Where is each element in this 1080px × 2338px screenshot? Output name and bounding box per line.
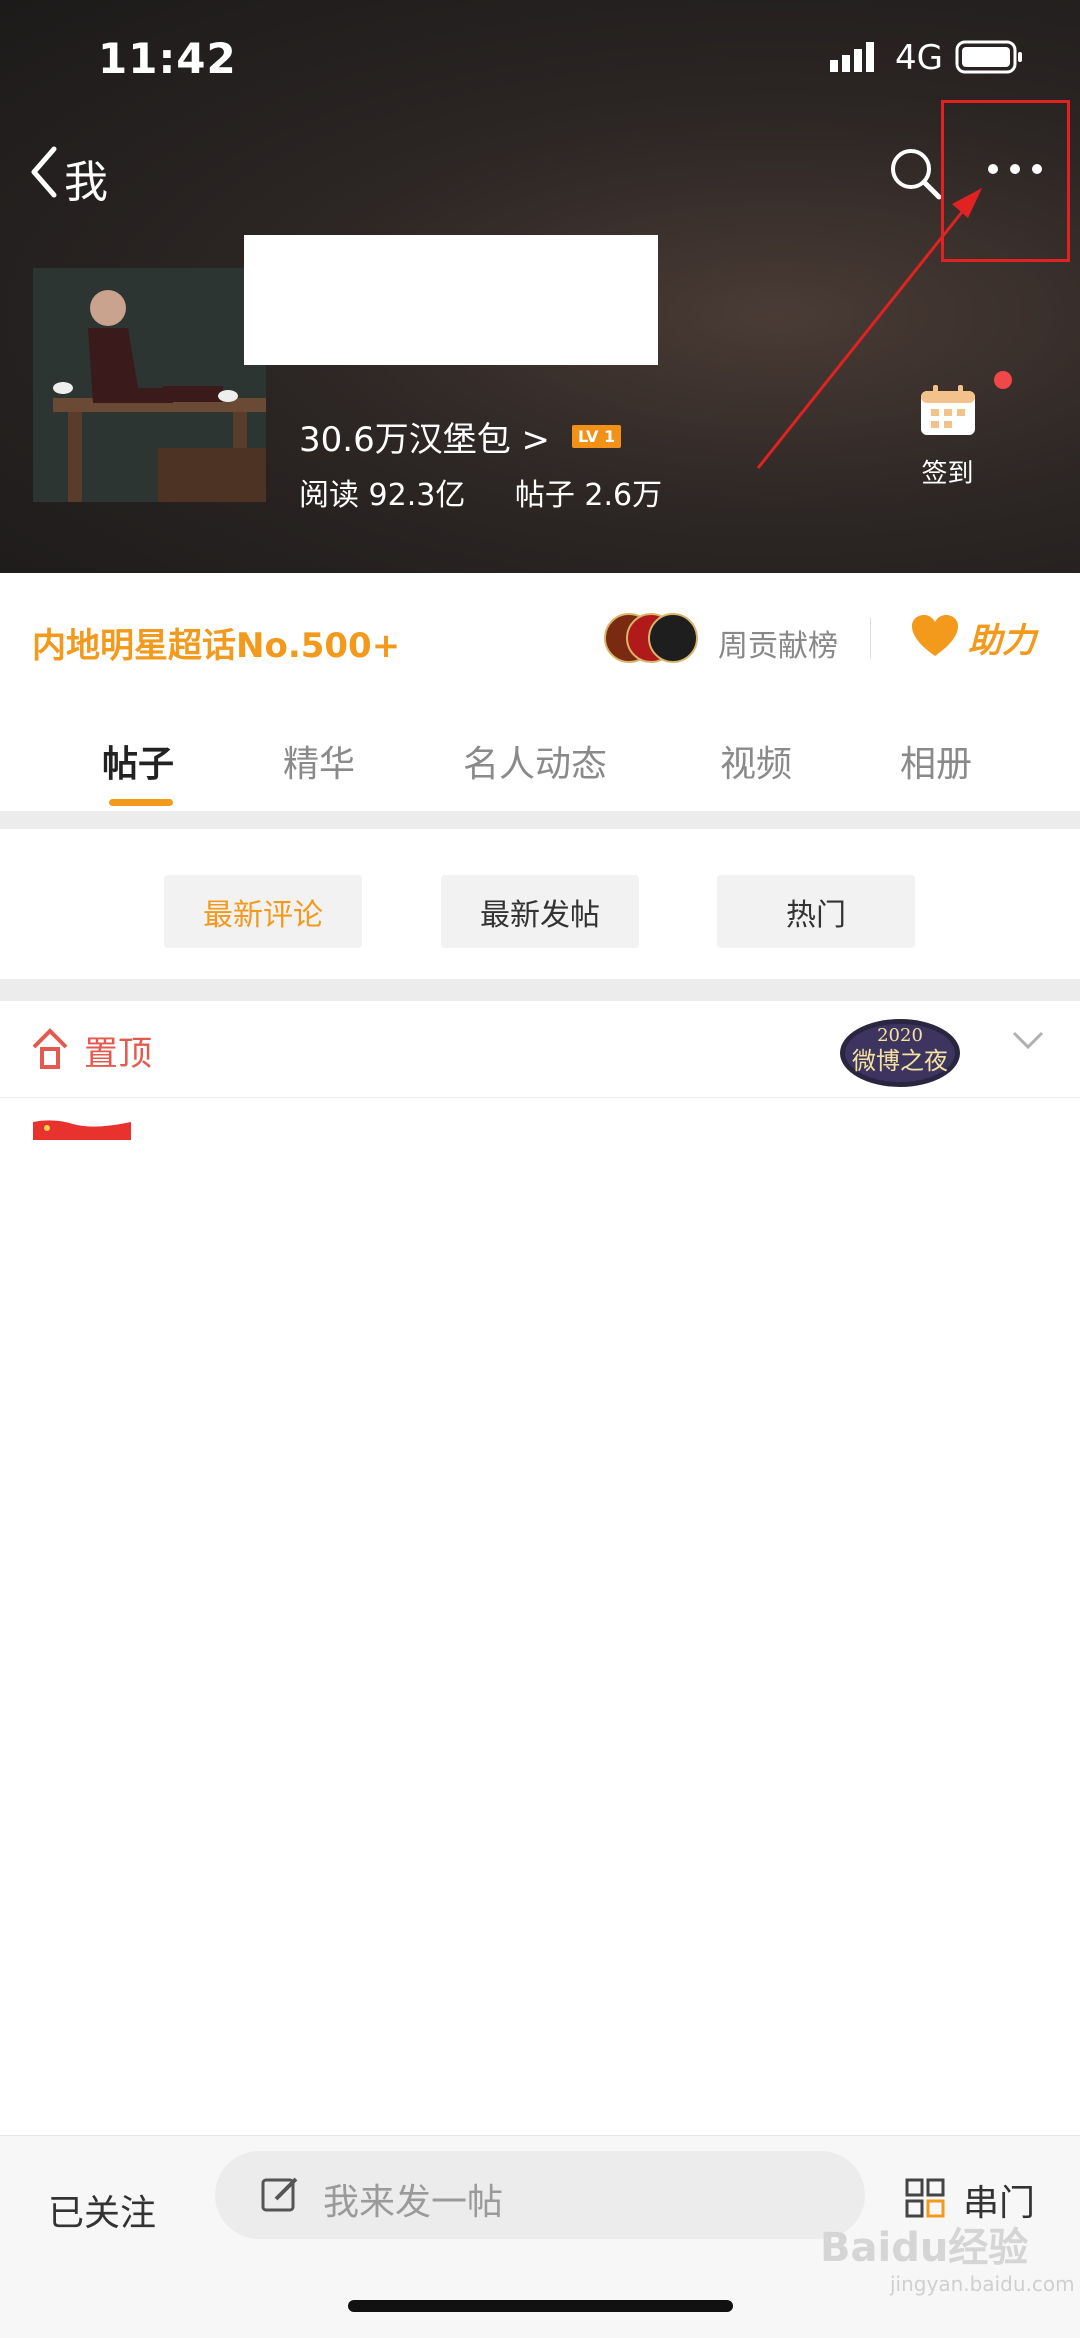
weekly-ranking-link[interactable]: 周贡献榜 xyxy=(718,621,838,665)
tab-videos[interactable]: 视频 xyxy=(720,735,792,787)
contributor-avatars[interactable] xyxy=(604,613,698,665)
topic-stats: 阅读 92.3亿 帖子 2.6万 xyxy=(299,470,702,514)
checkin-button[interactable]: 签到 xyxy=(900,371,1012,490)
badge-year-text: 2020 xyxy=(877,1025,923,1046)
tab-albums[interactable]: 相册 xyxy=(900,735,972,787)
followed-button[interactable]: 已关注 xyxy=(48,2184,156,2236)
pin-top-icon xyxy=(30,1027,70,1075)
divider xyxy=(870,618,871,658)
checkin-label: 签到 xyxy=(921,459,974,489)
post-input[interactable]: 我来发一帖 xyxy=(215,2151,865,2239)
topic-header: 11:42 4G 我 30.6万汉堡包 > LV 1 阅读 92.3亿 帖子 2… xyxy=(0,0,1080,573)
follower-stats[interactable]: 30.6万汉堡包 > LV 1 xyxy=(299,412,622,461)
rank-bar: 内地明星超话No.500+ 周贡献榜 助力 xyxy=(0,573,1080,704)
level-badge: LV 1 xyxy=(572,425,622,448)
tab-celebrity-updates[interactable]: 名人动态 xyxy=(463,735,607,787)
tab-bar: 帖子 精华 名人动态 视频 相册 xyxy=(0,703,1080,811)
pinned-section[interactable]: 置顶 2020 微博之夜 xyxy=(0,1001,1080,1098)
tab-featured[interactable]: 精华 xyxy=(283,735,355,787)
tab-posts[interactable]: 帖子 xyxy=(102,735,174,787)
chevron-down-icon[interactable] xyxy=(1010,1029,1046,1057)
badge-title-text: 微博之夜 xyxy=(852,1047,948,1075)
section-gap xyxy=(0,979,1080,1001)
edit-icon xyxy=(260,2175,300,2219)
section-gap xyxy=(0,811,1080,829)
topic-name-redacted xyxy=(244,235,658,365)
cover-illustration xyxy=(33,268,266,502)
watermark: Baidu经验 xyxy=(820,2225,1029,2271)
sort-latest-comments[interactable]: 最新评论 xyxy=(164,875,362,948)
active-tab-indicator xyxy=(109,799,173,806)
heart-icon xyxy=(910,614,960,662)
topic-cover-image[interactable] xyxy=(33,268,266,502)
rank-title[interactable]: 内地明星超话No.500+ xyxy=(32,618,400,667)
watermark-url: jingyan.baidu.com xyxy=(890,2272,1075,2296)
sort-row: 最新评论 最新发帖 热门 xyxy=(0,829,1080,979)
follower-count: 30.6万汉堡包 > xyxy=(299,420,550,460)
home-indicator[interactable] xyxy=(348,2300,733,2312)
pinned-label: 置顶 xyxy=(84,1034,152,1074)
boost-button[interactable]: 助力 xyxy=(910,613,1036,662)
read-count: 阅读 92.3亿 xyxy=(299,478,466,513)
post-count: 帖子 2.6万 xyxy=(514,478,663,513)
weibo-night-badge: 2020 微博之夜 xyxy=(830,1011,970,1091)
boost-label: 助力 xyxy=(968,621,1036,661)
notification-dot xyxy=(993,371,1012,389)
flag-icon xyxy=(33,1118,131,1140)
sort-latest-posts[interactable]: 最新发帖 xyxy=(441,875,639,948)
sort-hot[interactable]: 热门 xyxy=(717,875,915,948)
calendar-icon xyxy=(919,371,1012,441)
avatar xyxy=(648,613,698,663)
post-placeholder: 我来发一帖 xyxy=(323,2182,504,2223)
